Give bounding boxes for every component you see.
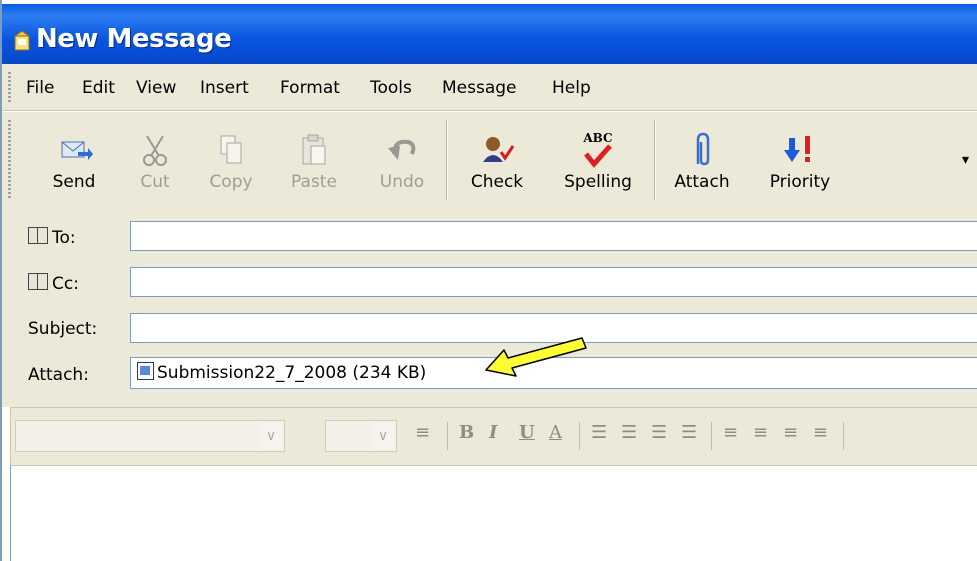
- cc-label: Cc:: [52, 274, 79, 294]
- address-book-icon: [28, 273, 48, 290]
- send-icon: [61, 141, 93, 160]
- format-toolbar: ∨ ∨ ≡ B I U A ☰ ☰ ☰ ☰ ≡ ≡ ≡ ≡: [10, 407, 977, 466]
- copy-button[interactable]: Copy: [196, 112, 266, 207]
- priority-icon: [784, 136, 810, 162]
- paragraph-style-icon[interactable]: ≡: [415, 422, 430, 443]
- menu-tools[interactable]: Tools: [370, 78, 412, 98]
- send-label: Send: [52, 172, 96, 192]
- align-center-icon[interactable]: ≡: [753, 422, 768, 443]
- copy-icon: [220, 135, 242, 164]
- spelling-label: Spelling: [564, 172, 632, 192]
- main-toolbar: Send Cut Copy Paste Undo Check ABC Spell…: [2, 111, 977, 208]
- attach-label: Attach:: [28, 365, 89, 385]
- toolbar-separator: [446, 120, 448, 200]
- paste-icon: [302, 134, 326, 165]
- italic-button[interactable]: I: [489, 422, 497, 443]
- spelling-icon: ABC: [578, 132, 618, 172]
- increase-indent-icon[interactable]: ☰: [681, 422, 697, 443]
- chevron-down-icon[interactable]: ∨: [372, 423, 394, 449]
- bullet-list-icon[interactable]: ☰: [621, 422, 637, 443]
- to-label: To:: [52, 228, 76, 248]
- attach-label: Attach: [674, 172, 730, 192]
- check-button[interactable]: Check: [450, 112, 544, 207]
- align-right-icon[interactable]: ≡: [783, 422, 798, 443]
- decrease-indent-icon[interactable]: ☰: [651, 422, 667, 443]
- format-separator: [579, 422, 580, 450]
- toolbar-overflow-icon[interactable]: ▾: [962, 152, 969, 168]
- cut-button[interactable]: Cut: [120, 112, 190, 207]
- justify-icon[interactable]: ≡: [813, 422, 828, 443]
- format-separator: [711, 422, 712, 450]
- priority-button[interactable]: Priority: [750, 112, 850, 207]
- menu-grip[interactable]: [8, 72, 11, 102]
- subject-label: Subject:: [28, 319, 98, 339]
- format-separator: [447, 422, 448, 450]
- paste-button[interactable]: Paste: [272, 112, 356, 207]
- font-color-button[interactable]: A: [549, 422, 562, 443]
- format-separator: [843, 422, 844, 450]
- align-left-icon[interactable]: ≡: [723, 422, 738, 443]
- menu-edit[interactable]: Edit: [82, 78, 115, 98]
- new-message-icon: [13, 30, 31, 51]
- chevron-down-icon[interactable]: ∨: [260, 423, 282, 449]
- title-bar[interactable]: New Message: [2, 0, 977, 64]
- paperclip-icon: [696, 132, 710, 166]
- window-title: New Message: [36, 24, 232, 54]
- numbered-list-icon[interactable]: ☰: [591, 422, 607, 443]
- font-size-combo[interactable]: ∨: [325, 420, 397, 452]
- menu-insert[interactable]: Insert: [200, 78, 249, 98]
- undo-icon: [388, 139, 416, 160]
- menu-message[interactable]: Message: [442, 78, 517, 98]
- undo-label: Undo: [379, 172, 425, 192]
- check-names-icon: [483, 137, 515, 162]
- message-body[interactable]: [10, 466, 977, 561]
- toolbar-separator: [654, 120, 656, 200]
- attachment-name: Submission22_7_2008 (234 KB): [157, 363, 427, 383]
- menu-view[interactable]: View: [136, 78, 176, 98]
- undo-button[interactable]: Undo: [362, 112, 442, 207]
- spelling-button[interactable]: ABC Spelling: [550, 112, 646, 207]
- menu-format[interactable]: Format: [280, 78, 340, 98]
- copy-label: Copy: [209, 172, 253, 192]
- file-icon: [137, 362, 154, 380]
- attach-button[interactable]: Attach: [660, 112, 744, 207]
- cc-label-button[interactable]: Cc:: [28, 273, 79, 294]
- attachment-item[interactable]: Submission22_7_2008 (234 KB): [137, 362, 426, 383]
- toolbar-grip[interactable]: [8, 120, 11, 198]
- cc-field[interactable]: [130, 267, 977, 297]
- compose-window: New Message File Edit View Insert Format…: [0, 0, 977, 561]
- paste-label: Paste: [291, 172, 337, 192]
- cut-label: Cut: [140, 172, 170, 192]
- annotation-arrow: [485, 337, 587, 377]
- send-button[interactable]: Send: [36, 112, 112, 207]
- address-book-icon: [28, 227, 48, 244]
- spelling-icon-text: ABC: [583, 131, 613, 145]
- menu-file[interactable]: File: [26, 78, 54, 98]
- check-label: Check: [470, 172, 524, 192]
- priority-label: Priority: [769, 172, 831, 192]
- font-name-combo[interactable]: ∨: [15, 420, 285, 452]
- menu-bar: File Edit View Insert Format Tools Messa…: [2, 64, 977, 111]
- scissors-icon: [143, 135, 167, 166]
- to-field[interactable]: [130, 221, 977, 251]
- underline-button[interactable]: U: [519, 422, 535, 443]
- to-label-button[interactable]: To:: [28, 227, 76, 248]
- bold-button[interactable]: B: [459, 422, 474, 443]
- menu-help[interactable]: Help: [552, 78, 591, 98]
